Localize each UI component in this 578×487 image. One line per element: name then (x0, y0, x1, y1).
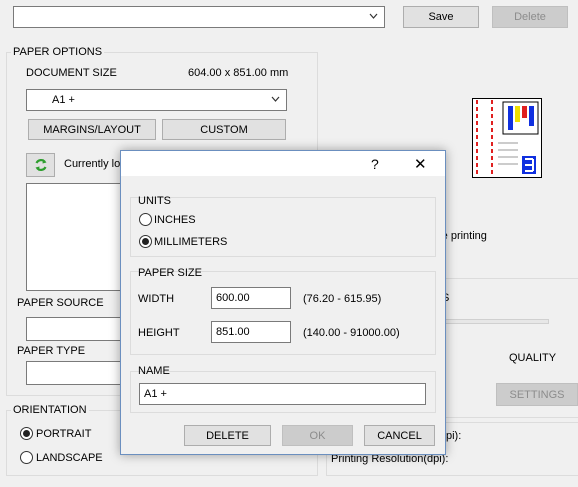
chevron-down-icon (369, 13, 378, 19)
paper-type-label: PAPER TYPE (17, 345, 86, 357)
name-legend: NAME (138, 365, 170, 377)
save-button[interactable]: Save (403, 6, 479, 28)
width-range: (76.20 - 615.95) (303, 293, 382, 305)
height-input[interactable]: 851.00 (211, 321, 291, 343)
preset-select[interactable] (13, 6, 385, 28)
dialog-delete-button[interactable]: DELETE (184, 425, 271, 446)
page-preview-icon (472, 98, 542, 178)
settings-button: SETTINGS (496, 383, 578, 406)
dpi-fragment: pi): (446, 430, 462, 442)
inches-radio[interactable] (139, 213, 152, 226)
paper-source-select[interactable] (26, 317, 126, 341)
height-label: HEIGHT (138, 327, 180, 339)
paper-options-legend: PAPER OPTIONS (11, 46, 105, 58)
units-legend: UNITS (138, 195, 171, 207)
chevron-down-icon (271, 96, 280, 102)
width-input[interactable]: 600.00 (211, 287, 291, 309)
dialog-title-bar: ? ✕ (121, 151, 445, 176)
refresh-icon (34, 159, 47, 171)
width-label: WIDTH (138, 293, 175, 305)
close-icon[interactable]: ✕ (414, 155, 427, 173)
document-size-value: 604.00 x 851.00 mm (188, 67, 289, 79)
landscape-radio[interactable] (20, 451, 33, 464)
quality-slider-track[interactable] (436, 319, 549, 324)
height-range: (140.00 - 91000.00) (303, 327, 400, 339)
name-input[interactable]: A1 + (139, 383, 426, 405)
delete-button: Delete (492, 6, 568, 28)
portrait-label: PORTRAIT (36, 428, 92, 440)
document-size-label: DOCUMENT SIZE (26, 67, 117, 79)
margins-layout-button[interactable]: MARGINS/LAYOUT (28, 119, 156, 140)
currently-loaded-text: Currently lo (64, 158, 121, 170)
help-button[interactable]: ? (371, 156, 379, 172)
paper-list-box[interactable] (26, 183, 126, 291)
custom-size-dialog: ? ✕ UNITS INCHES MILLIMETERS PAPER SIZE … (120, 150, 446, 455)
paper-size-legend: PAPER SIZE (138, 267, 202, 279)
millimeters-radio[interactable] (139, 235, 152, 248)
inches-label: INCHES (154, 214, 196, 226)
document-size-select[interactable]: A1 + (26, 89, 287, 111)
dialog-ok-button: OK (282, 425, 353, 446)
paper-source-label: PAPER SOURCE (17, 297, 104, 309)
landscape-label: LANDSCAPE (36, 452, 103, 464)
dialog-cancel-button[interactable]: CANCEL (364, 425, 435, 446)
refresh-button[interactable] (26, 153, 55, 177)
custom-button[interactable]: CUSTOM (162, 119, 286, 140)
paper-type-select[interactable] (26, 361, 126, 385)
orientation-legend: ORIENTATION (11, 404, 89, 416)
quality-label: QUALITY (509, 352, 557, 364)
millimeters-label: MILLIMETERS (154, 236, 228, 248)
portrait-radio[interactable] (20, 427, 33, 440)
document-size-selected: A1 + (52, 94, 75, 106)
